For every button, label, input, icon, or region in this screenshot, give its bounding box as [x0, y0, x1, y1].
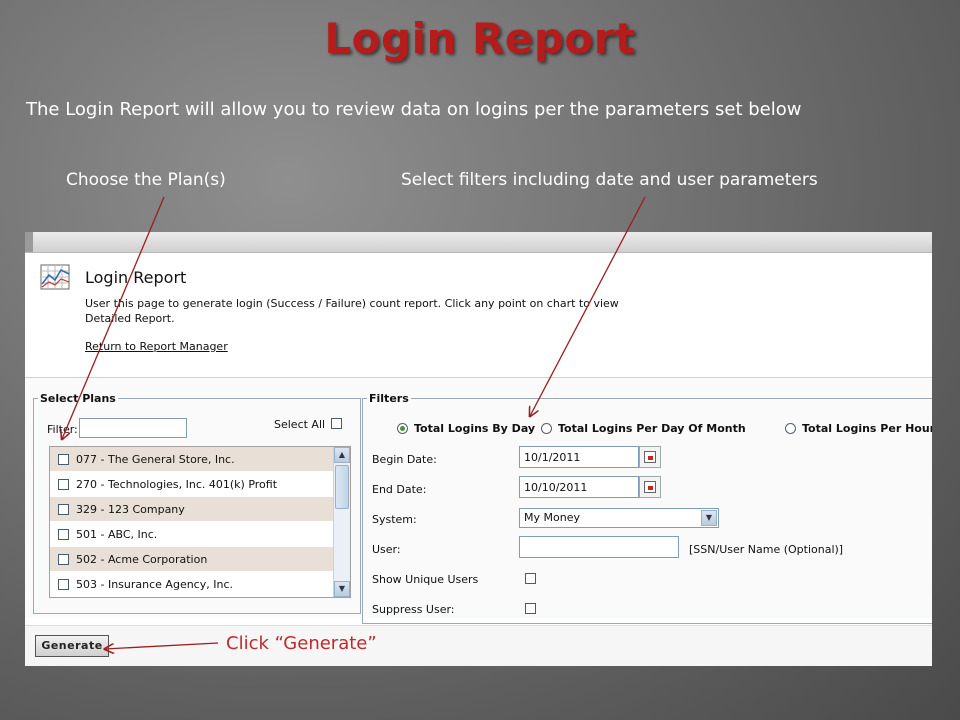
select-all-checkbox[interactable]: [331, 418, 342, 429]
end-date-calendar-icon[interactable]: [639, 476, 661, 498]
plan-code: 503 -: [76, 578, 104, 591]
caption-select-filters: Select filters including date and user p…: [401, 170, 818, 190]
plan-item[interactable]: 270 - Technologies, Inc. 401(k) Profit: [50, 472, 334, 496]
plan-code: 077 -: [76, 453, 104, 466]
plan-checkbox[interactable]: [58, 479, 69, 490]
plan-code: 502 -: [76, 553, 104, 566]
generate-button[interactable]: Generate: [35, 635, 109, 657]
plan-list-scrollbar[interactable]: ▲ ▼: [333, 447, 350, 597]
plan-filter-input[interactable]: [79, 418, 187, 438]
plan-code: 501 -: [76, 528, 104, 541]
plan-checkbox[interactable]: [58, 554, 69, 565]
report-description: User this page to generate login (Succes…: [85, 296, 645, 326]
caption-choose-plans: Choose the Plan(s): [66, 170, 226, 190]
caption-click-generate: Click “Generate”: [226, 633, 377, 654]
plan-name: Technologies, Inc. 401(k) Profit: [108, 478, 277, 491]
plan-name: The General Store, Inc.: [108, 453, 235, 466]
user-label: User:: [372, 543, 401, 556]
radio-label: Total Logins By Day: [414, 422, 535, 435]
user-input[interactable]: [519, 536, 679, 558]
system-label: System:: [372, 513, 417, 526]
plan-checkbox[interactable]: [58, 454, 69, 465]
plan-list: 077 - The General Store, Inc. 270 - Tech…: [49, 446, 351, 598]
plan-checkbox[interactable]: [58, 529, 69, 540]
plan-name: Insurance Agency, Inc.: [108, 578, 233, 591]
chart-icon: [39, 262, 73, 292]
select-plans-legend: Select Plans: [38, 392, 118, 405]
scroll-down-icon[interactable]: ▼: [334, 581, 350, 597]
plan-name: ABC, Inc.: [108, 528, 157, 541]
plan-code: 329 -: [76, 503, 104, 516]
show-unique-users-label: Show Unique Users: [372, 573, 478, 586]
plan-item[interactable]: 503 - Insurance Agency, Inc.: [50, 572, 334, 596]
slide-intro-text: The Login Report will allow you to revie…: [26, 99, 801, 120]
app-top-bar: [25, 232, 932, 253]
filters-legend: Filters: [367, 392, 411, 405]
plan-filter-label: Filter:: [47, 423, 78, 436]
begin-date-calendar-icon[interactable]: [639, 446, 661, 468]
plan-item[interactable]: 329 - 123 Company: [50, 497, 334, 521]
scroll-up-icon[interactable]: ▲: [334, 447, 350, 463]
plan-name: 123 Company: [108, 503, 185, 516]
action-bar: [25, 625, 932, 666]
return-to-report-manager-link[interactable]: Return to Report Manager: [85, 340, 228, 353]
plan-checkbox[interactable]: [58, 579, 69, 590]
plan-name: Acme Corporation: [108, 553, 207, 566]
radio-label: Total Logins Per Day Of Month: [558, 422, 746, 435]
chevron-down-icon[interactable]: ▼: [701, 510, 717, 526]
plan-code: 270 -: [76, 478, 104, 491]
end-date-input[interactable]: 10/10/2011: [519, 476, 639, 498]
slide-title: Login Report: [0, 14, 960, 63]
radio-button[interactable]: [541, 423, 552, 434]
begin-date-input[interactable]: 10/1/2011: [519, 446, 639, 468]
radio-button[interactable]: [397, 423, 408, 434]
show-unique-users-checkbox[interactable]: [525, 573, 536, 584]
system-select[interactable]: My Money ▼: [519, 508, 719, 528]
suppress-user-checkbox[interactable]: [525, 603, 536, 614]
plan-item[interactable]: 502 - Acme Corporation: [50, 547, 334, 571]
plan-checkbox[interactable]: [58, 504, 69, 515]
radio-label: Total Logins Per Hour: [802, 422, 932, 435]
suppress-user-label: Suppress User:: [372, 603, 455, 616]
radio-total-logins-per-day-of-month[interactable]: Total Logins Per Day Of Month: [541, 421, 746, 435]
end-date-label: End Date:: [372, 483, 426, 496]
scroll-thumb[interactable]: [335, 465, 349, 509]
user-hint: [SSN/User Name (Optional)]: [689, 543, 843, 556]
report-title: Login Report: [85, 268, 186, 287]
radio-button[interactable]: [785, 423, 796, 434]
begin-date-label: Begin Date:: [372, 453, 437, 466]
app-window: Login Report User this page to generate …: [25, 232, 932, 666]
plan-item[interactable]: 077 - The General Store, Inc.: [50, 447, 334, 471]
app-top-left-edge: [25, 232, 33, 252]
select-all-label: Select All: [274, 418, 325, 431]
radio-total-logins-per-hour[interactable]: Total Logins Per Hour: [785, 421, 932, 435]
system-select-value: My Money: [524, 511, 580, 524]
plan-item[interactable]: 501 - ABC, Inc.: [50, 522, 334, 546]
radio-total-logins-by-day[interactable]: Total Logins By Day: [397, 421, 535, 435]
